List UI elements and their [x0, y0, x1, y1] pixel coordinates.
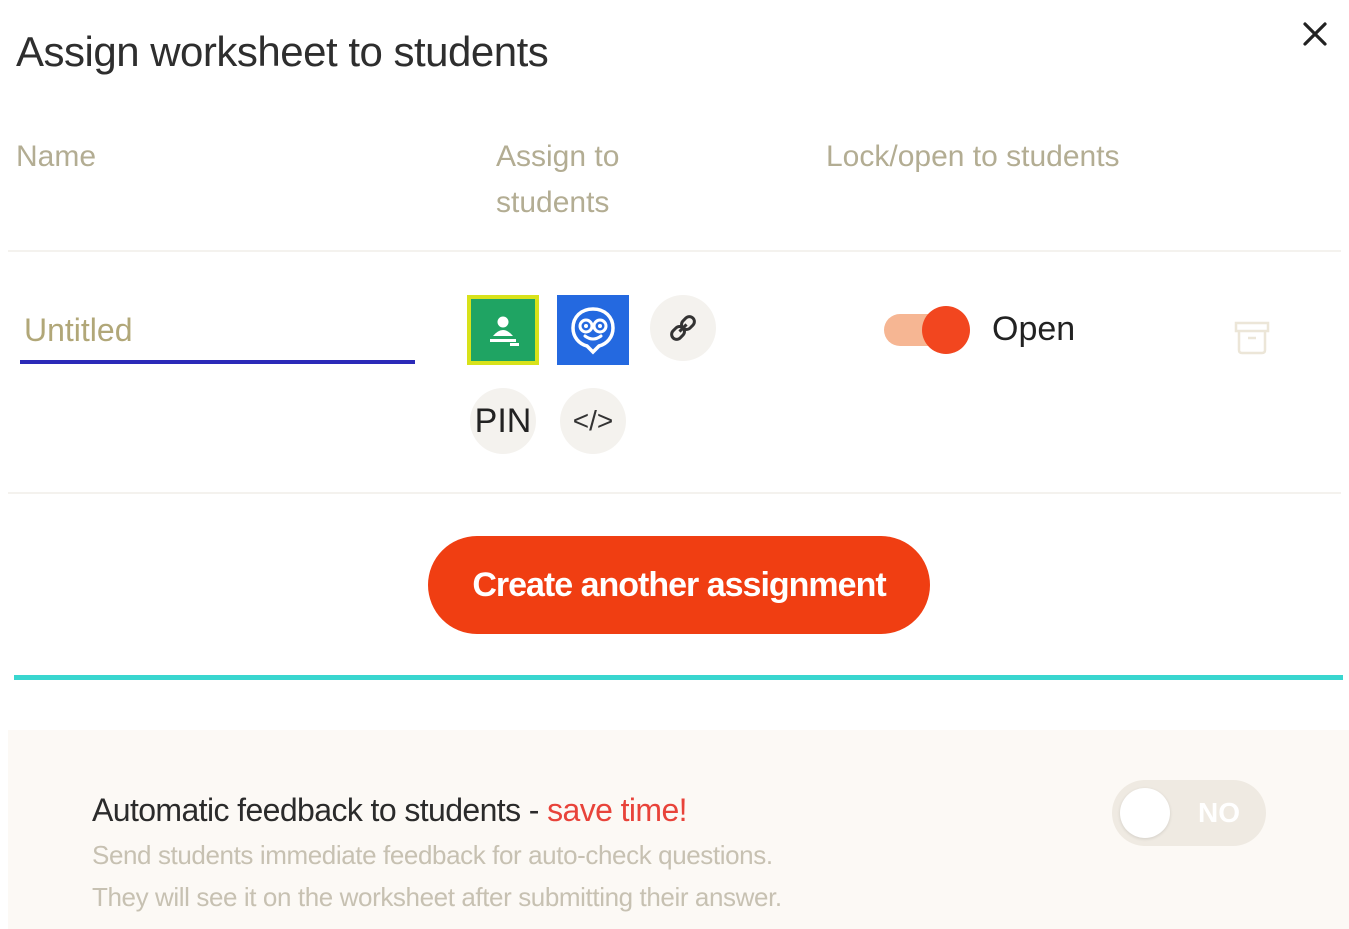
- google-classroom-icon: [490, 316, 519, 346]
- auto-feedback-toggle-knob: [1120, 788, 1170, 838]
- edmodo-button[interactable]: [557, 295, 629, 365]
- create-another-assignment-button[interactable]: Create another assignment: [428, 536, 930, 634]
- section-divider: [14, 675, 1343, 680]
- close-icon: [1303, 22, 1327, 46]
- auto-feedback-toggle[interactable]: NO: [1112, 780, 1266, 846]
- pin-button[interactable]: PIN: [470, 388, 536, 454]
- archive-icon: [1234, 321, 1270, 355]
- column-header-assign-line2: students: [496, 186, 610, 219]
- feedback-title-text: Automatic feedback to students: [92, 792, 521, 828]
- column-header-assign: Assign to students: [496, 134, 656, 226]
- lock-open-toggle[interactable]: [884, 306, 970, 354]
- link-icon: [670, 315, 696, 341]
- close-button[interactable]: [1295, 14, 1335, 54]
- archive-button[interactable]: [1228, 314, 1276, 362]
- column-header-assign-line1: Assign to: [496, 140, 620, 173]
- lock-toggle-knob: [922, 306, 970, 354]
- column-header-lock: Lock/open to students: [826, 140, 1120, 173]
- assignment-name-input[interactable]: [20, 300, 415, 364]
- feedback-title: Automatic feedback to students - save ti…: [92, 792, 688, 829]
- feedback-title-separator: -: [520, 792, 548, 828]
- auto-feedback-toggle-label: NO: [1198, 797, 1240, 828]
- header-divider: [8, 250, 1341, 252]
- feedback-description-line2: They will see it on the worksheet after …: [92, 882, 782, 912]
- google-classroom-button[interactable]: [467, 295, 539, 365]
- feedback-highlight: save time!: [547, 792, 687, 828]
- embed-code-button[interactable]: </>: [560, 388, 626, 454]
- lock-state-label: Open: [992, 310, 1076, 348]
- column-header-name: Name: [16, 140, 97, 173]
- dialog-title: Assign worksheet to students: [16, 28, 549, 75]
- row-divider: [8, 492, 1341, 494]
- feedback-description-line1: Send students immediate feedback for aut…: [92, 840, 773, 870]
- copy-link-button[interactable]: [650, 295, 716, 361]
- edmodo-icon: [571, 307, 615, 355]
